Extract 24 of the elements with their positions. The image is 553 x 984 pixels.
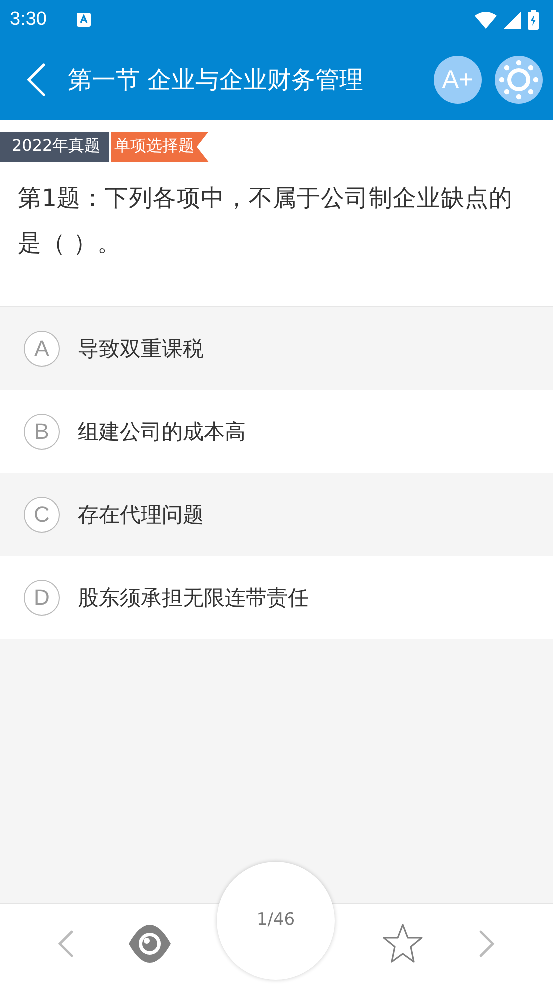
option-text: 组建公司的成本高: [78, 418, 246, 446]
back-icon[interactable]: [26, 63, 46, 97]
option-text: 存在代理问题: [78, 502, 204, 528]
battery-icon: [528, 10, 539, 30]
answer-option[interactable]: B 组建公司的成本高: [0, 390, 553, 473]
signal-icon: [504, 12, 521, 28]
year-tag: 2022年真题: [0, 132, 109, 162]
answer-option[interactable]: D 股东须承担无限连带责任: [0, 556, 553, 639]
star-icon[interactable]: [382, 924, 424, 964]
option-letter: B: [24, 414, 60, 450]
option-letter: C: [24, 496, 60, 532]
progress-counter[interactable]: 1/46: [217, 862, 335, 980]
option-text: 股东须承担无限连带责任: [78, 584, 309, 612]
option-letter: A: [24, 330, 60, 366]
question-text: 第1题：下列各项中，不属于公司制企业缺点的是（ ）。: [0, 162, 553, 307]
wifi-icon: [475, 12, 497, 28]
option-text: 导致双重课税: [78, 336, 204, 362]
option-letter: D: [24, 580, 60, 616]
notification-icon: [76, 13, 91, 27]
question-type-tag: 单项选择题: [110, 132, 209, 162]
status-time: 3:30: [10, 9, 47, 31]
chapter-title: 第一节 企业与企业财务管理: [68, 65, 364, 96]
eye-icon[interactable]: [129, 925, 172, 963]
brightness-icon[interactable]: [495, 56, 543, 104]
